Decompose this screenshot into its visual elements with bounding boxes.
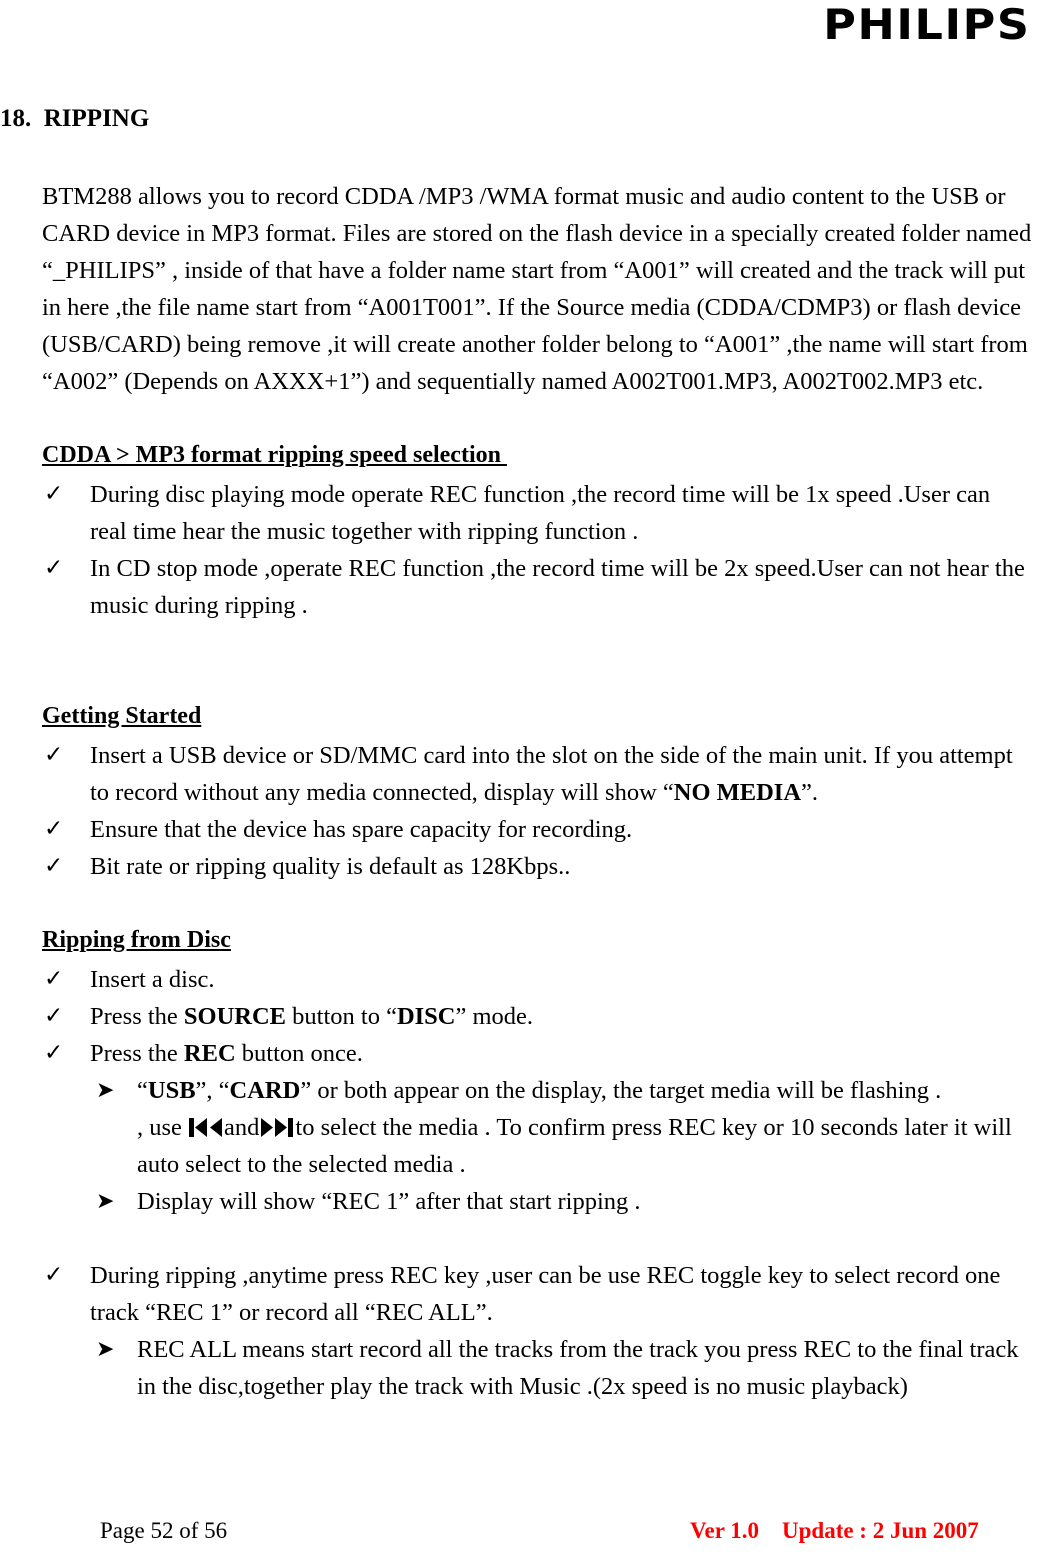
subsection-heading-ripping-speed: CDDA > MP3 format ripping speed selectio… xyxy=(42,442,507,468)
subsection-heading-ripping-from-disc: Ripping from Disc xyxy=(42,927,231,953)
list-item-text: In CD stop mode ,operate REC function ,t… xyxy=(90,555,1025,619)
disc-mode-label: DISC xyxy=(396,1003,456,1030)
list-item-text: During disc playing mode operate REC fun… xyxy=(90,481,991,545)
subsection-heading-getting-started-wrap: Getting Started xyxy=(42,698,1032,737)
list-item-text-prefix: Insert a USB device or SD/MMC card into … xyxy=(90,742,1013,806)
list-item-text-middle: button to “ xyxy=(286,1003,397,1030)
list-item: ➤ Display will show “REC 1” after that s… xyxy=(42,1183,1032,1220)
list-item: ➤ “USB”, “CARD” or both appear on the di… xyxy=(42,1072,1032,1183)
check-icon: ✓ xyxy=(44,481,64,507)
page-footer: Page 52 of 56 Ver 1.0 Update : 2 Jun 200… xyxy=(0,1516,1054,1564)
use-keys-between: and xyxy=(224,1114,260,1141)
card-label: CARD xyxy=(229,1077,301,1104)
list-item: ✓ Press the SOURCE button to “DISC” mode… xyxy=(42,998,1032,1035)
check-icon: ✓ xyxy=(44,1262,64,1288)
arrow-right-icon: ➤ xyxy=(96,1189,115,1214)
subsection-heading-getting-started: Getting Started xyxy=(42,703,202,729)
ripping-from-disc-list: ✓ Insert a disc. ✓ Press the SOURCE butt… xyxy=(42,961,1032,1072)
list-item: ✓ In CD stop mode ,operate REC function … xyxy=(42,550,1032,624)
use-keys-prefix: , use xyxy=(137,1114,189,1141)
usb-label: USB xyxy=(147,1077,196,1104)
list-item-text-prefix: Press the xyxy=(90,1003,184,1030)
version-update-label: Ver 1.0 Update : 2 Jun 2007 xyxy=(690,1518,979,1543)
check-icon: ✓ xyxy=(44,853,64,879)
list-item: ✓ Ensure that the device has spare capac… xyxy=(42,811,1032,848)
list-item-text: REC ALL means start record all the track… xyxy=(137,1336,1019,1400)
list-item-text-suffix: ”. xyxy=(801,779,819,806)
check-icon: ✓ xyxy=(44,966,64,992)
arrow-right-icon: ➤ xyxy=(96,1078,115,1103)
source-button-label: SOURCE xyxy=(183,1003,287,1030)
list-item: ➤ REC ALL means start record all the tra… xyxy=(42,1331,1032,1405)
list-item: ✓ Insert a USB device or SD/MMC card int… xyxy=(42,737,1032,811)
ripping-from-disc-sublist: ➤ “USB”, “CARD” or both appear on the di… xyxy=(42,1072,1032,1220)
page-header: PHILIPS xyxy=(0,0,1054,70)
rec-button-label: REC xyxy=(183,1040,236,1067)
check-icon: ✓ xyxy=(44,1003,64,1029)
list-item-text-prefix: Press the xyxy=(90,1040,184,1067)
list-item: ✓ Press the REC button once. xyxy=(42,1035,1032,1072)
previous-track-icon xyxy=(189,1118,223,1137)
intro-paragraph: BTM288 allows you to record CDDA /MP3 /W… xyxy=(42,183,1032,395)
list-item-text: Insert a disc. xyxy=(90,966,215,993)
list-item-text-suffix: ” mode. xyxy=(455,1003,534,1030)
check-icon: ✓ xyxy=(44,555,64,581)
page-title: 18. RIPPING xyxy=(0,105,150,132)
list-item-text: During ripping ,anytime press REC key ,u… xyxy=(90,1262,1001,1326)
list-item-text: Bit rate or ripping quality is default a… xyxy=(90,853,571,880)
document-page: PHILIPS 18. RIPPING BTM288 allows you to… xyxy=(0,0,1054,1564)
philips-logo: PHILIPS xyxy=(822,0,1030,49)
next-track-icon xyxy=(260,1118,294,1137)
quote-mid: ”, “ xyxy=(195,1077,230,1104)
check-icon: ✓ xyxy=(44,816,64,842)
check-icon: ✓ xyxy=(44,1040,64,1066)
no-media-label: NO MEDIA xyxy=(673,779,802,806)
list-item: ✓ During disc playing mode operate REC f… xyxy=(42,476,1032,550)
list-item: ✓ Insert a disc. xyxy=(42,961,1032,998)
sub-item-tail: ” or both appear on the display, the tar… xyxy=(300,1077,942,1104)
ripping-speed-list: ✓ During disc playing mode operate REC f… xyxy=(42,476,1032,624)
subsection-heading-speed-wrap: CDDA > MP3 format ripping speed selectio… xyxy=(42,437,1032,476)
list-item-text: Ensure that the device has spare capacit… xyxy=(90,816,633,843)
document-body: BTM288 allows you to record CDDA /MP3 /W… xyxy=(42,178,1032,1405)
list-item: ✓ Bit rate or ripping quality is default… xyxy=(42,848,1032,885)
getting-started-list: ✓ Insert a USB device or SD/MMC card int… xyxy=(42,737,1032,885)
arrow-right-icon: ➤ xyxy=(96,1337,115,1362)
list-item-text-suffix: button once. xyxy=(235,1040,363,1067)
during-ripping-list: ✓ During ripping ,anytime press REC key … xyxy=(42,1257,1032,1331)
list-item: ✓ During ripping ,anytime press REC key … xyxy=(42,1257,1032,1331)
page-number-label: Page 52 of 56 xyxy=(100,1518,228,1543)
quote-open: “ xyxy=(137,1077,148,1104)
subsection-heading-ripping-from-disc-wrap: Ripping from Disc xyxy=(42,922,1032,961)
check-icon: ✓ xyxy=(44,742,64,768)
during-ripping-sublist: ➤ REC ALL means start record all the tra… xyxy=(42,1331,1032,1405)
list-item-text: Display will show “REC 1” after that sta… xyxy=(137,1188,641,1215)
